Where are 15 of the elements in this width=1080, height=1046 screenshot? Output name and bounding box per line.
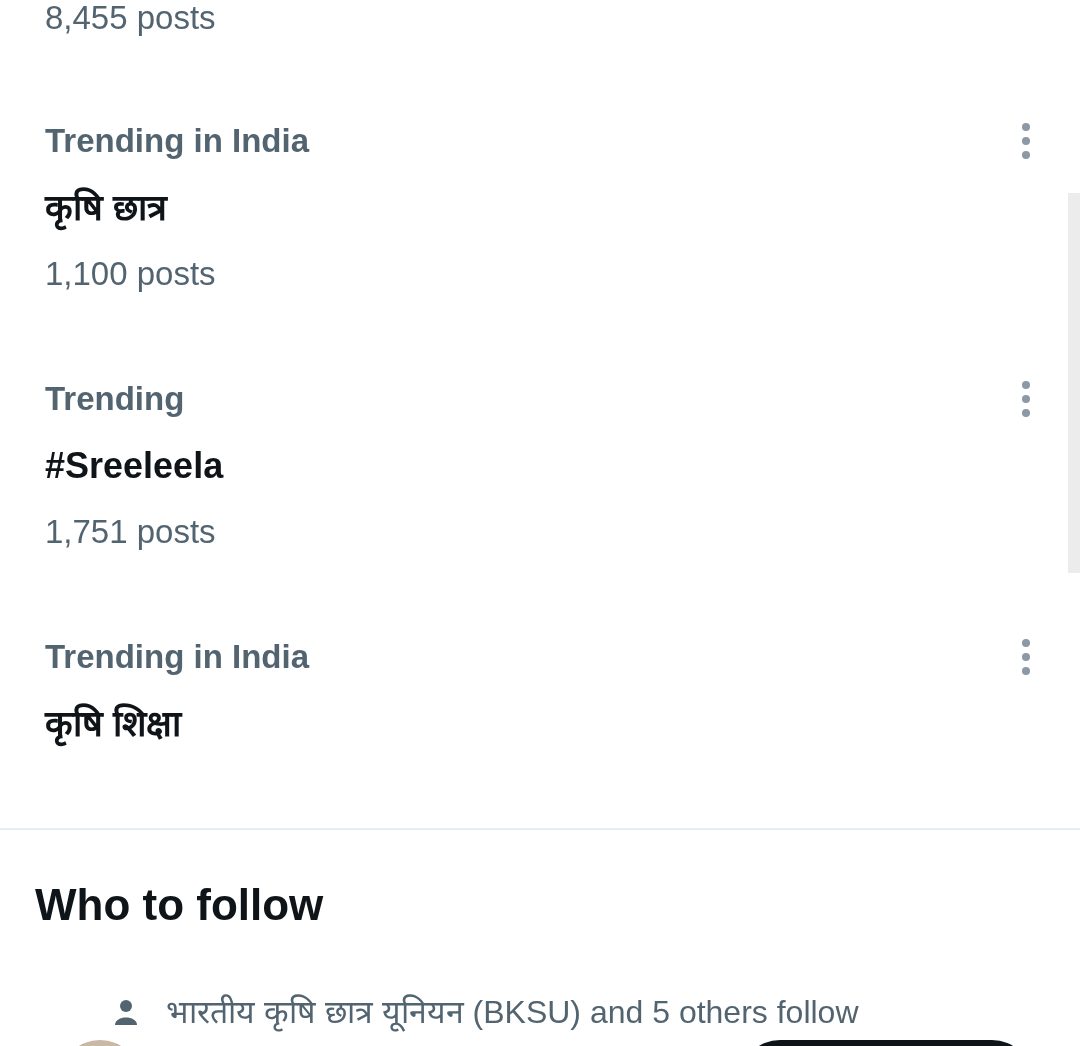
person-icon: [114, 999, 138, 1025]
social-context: भारतीय कृषि छात्र यूनियन (BKSU) and 5 others follow: [166, 993, 859, 1032]
trend-title[interactable]: कृषि छात्र: [45, 183, 167, 233]
trend-title[interactable]: कृषि शिक्षा: [45, 699, 181, 749]
trend-category: Trending in India: [45, 637, 309, 677]
post-count: 1,100 posts: [45, 254, 216, 294]
trend-category: Trending: [45, 379, 185, 419]
post-count: 1,751 posts: [45, 512, 216, 552]
section-heading: Who to follow: [35, 879, 324, 931]
more-options-icon[interactable]: [1020, 122, 1032, 160]
post-count: 8,455 posts: [45, 0, 216, 38]
more-options-icon[interactable]: [1020, 380, 1032, 418]
more-options-icon[interactable]: [1020, 638, 1032, 676]
trend-title[interactable]: #Sreeleela: [45, 441, 224, 491]
trend-category: Trending in India: [45, 121, 309, 161]
